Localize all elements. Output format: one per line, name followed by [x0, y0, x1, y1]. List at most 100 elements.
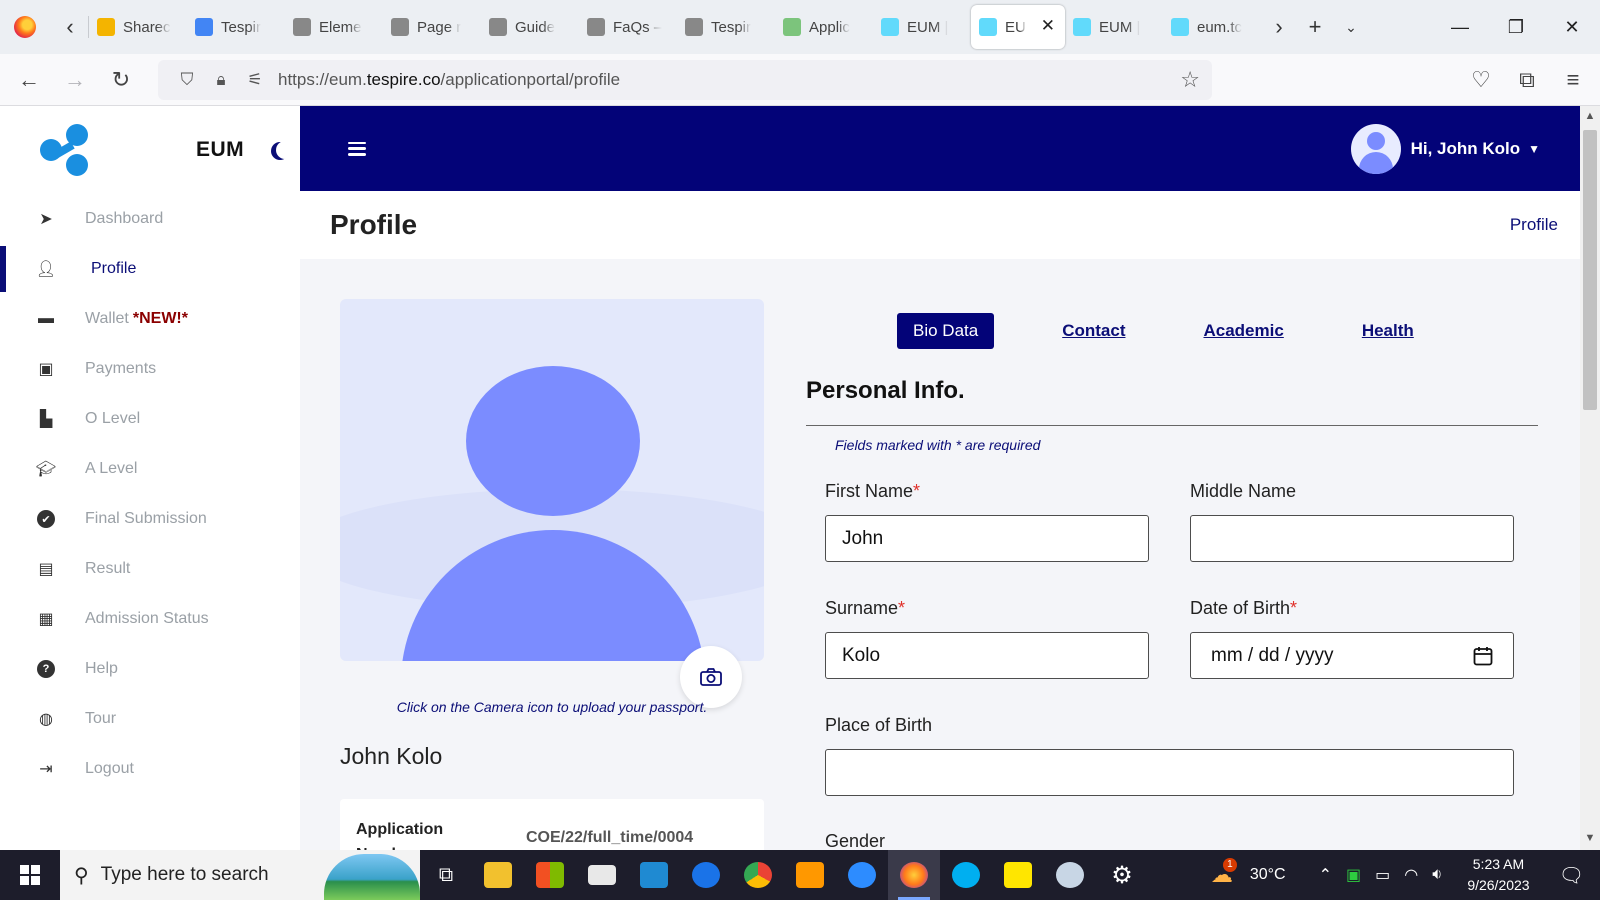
- sidebar-item-final-submission[interactable]: ✔ Final Submission: [0, 494, 300, 544]
- reload-icon[interactable]: ↻: [98, 60, 144, 100]
- weather-badge: 1: [1222, 858, 1237, 872]
- hamburger-menu-icon[interactable]: [348, 141, 366, 156]
- user-menu[interactable]: Hi, John Kolo ▼: [1350, 123, 1540, 174]
- browser-tab[interactable]: eum.tc: [1163, 5, 1261, 49]
- browser-tab[interactable]: Page r: [383, 5, 481, 49]
- list-all-tabs-icon[interactable]: ⌄: [1333, 9, 1369, 45]
- windows-start-icon[interactable]: [0, 850, 60, 900]
- browser-tab[interactable]: Applic: [775, 5, 873, 49]
- url-text[interactable]: https://eum.tespire.co/applicationportal…: [278, 70, 1180, 90]
- browser-tab[interactable]: Tespir: [187, 5, 285, 49]
- back-icon[interactable]: ←: [6, 60, 52, 100]
- sidebar-item-result[interactable]: ▤ Result: [0, 544, 300, 594]
- system-clock[interactable]: 5:23 AM 9/26/2023: [1467, 854, 1529, 896]
- tab-health[interactable]: Health: [1362, 321, 1414, 341]
- scrollbar-thumb[interactable]: [1583, 130, 1597, 410]
- tab-academic[interactable]: Academic: [1203, 321, 1283, 341]
- surname-input[interactable]: Kolo: [825, 632, 1149, 679]
- new-tab-icon[interactable]: +: [1297, 9, 1333, 45]
- browser-tab-label: Eleme: [319, 18, 362, 36]
- zoom-icon[interactable]: [836, 850, 888, 900]
- browser-tab[interactable]: EUM |: [1065, 5, 1163, 49]
- sidebar-item-admission-status[interactable]: ▦ Admission Status: [0, 594, 300, 644]
- tray-chevron-up-icon[interactable]: ⌃: [1319, 865, 1332, 885]
- browser-tab[interactable]: FaQs –: [579, 5, 677, 49]
- tab-scroll-left-icon[interactable]: ‹: [52, 9, 88, 45]
- vscode-icon[interactable]: [628, 850, 680, 900]
- address-bar[interactable]: ⛉ 🔒︎ ⚟ https://eum.tespire.co/applicatio…: [158, 59, 1212, 100]
- gender-field-partial: Gender: [825, 831, 1025, 850]
- weather-icon[interactable]: ☁ 1: [1211, 858, 1237, 888]
- chevron-down-icon[interactable]: ▼: [1528, 142, 1540, 156]
- firefox-taskbar-icon[interactable]: [888, 850, 940, 900]
- react-icon: [1073, 18, 1091, 36]
- sidebar-item-logout[interactable]: ⇥ Logout: [0, 744, 300, 794]
- close-window-icon[interactable]: ✕: [1544, 0, 1600, 54]
- menu-icon[interactable]: ≡: [1550, 60, 1596, 100]
- sidebar-item-payments[interactable]: ▣ Payments: [0, 344, 300, 394]
- logout-icon: ⇥: [39, 761, 53, 778]
- extensions-icon[interactable]: ⧉: [1504, 60, 1550, 100]
- task-view-icon[interactable]: ⧉: [420, 850, 472, 900]
- sublime-text-icon[interactable]: [784, 850, 836, 900]
- browser-tab[interactable]: Guide: [481, 5, 579, 49]
- battery-icon[interactable]: ▭: [1375, 865, 1390, 885]
- bookmark-star-icon[interactable]: ☆: [1180, 67, 1200, 93]
- tracking-shield-icon[interactable]: ⛉: [170, 70, 204, 90]
- avatar[interactable]: [1350, 123, 1401, 174]
- minimize-icon[interactable]: —: [1432, 0, 1488, 54]
- forward-icon[interactable]: →: [52, 60, 98, 100]
- firefox-icon[interactable]: [14, 16, 36, 38]
- scroll-up-icon[interactable]: ▲: [1580, 110, 1600, 122]
- sidebar-item-o-level[interactable]: ▙ O Level: [0, 394, 300, 444]
- scroll-down-icon[interactable]: ▼: [1580, 832, 1600, 844]
- app-tray-icon[interactable]: ▣: [1346, 865, 1361, 885]
- browser-tab[interactable]: EU ✕: [971, 5, 1065, 49]
- file-explorer-icon[interactable]: [472, 850, 524, 900]
- sidebar-item-a-level[interactable]: 🎓︎ A Level: [0, 444, 300, 494]
- toolbar-right: ♡ ⧉ ≡: [1458, 60, 1596, 100]
- sidebar-item-profile[interactable]: 👤︎ Profile: [0, 244, 300, 294]
- middle-name-input[interactable]: [1190, 515, 1514, 562]
- calendar-icon[interactable]: [1473, 646, 1493, 666]
- user-greeting[interactable]: Hi, John Kolo: [1411, 139, 1521, 159]
- tab-bio-data[interactable]: Bio Data: [897, 313, 995, 349]
- paint-icon[interactable]: [1044, 850, 1096, 900]
- tab-scroll-right-icon[interactable]: ›: [1261, 9, 1297, 45]
- sticky-notes-icon[interactable]: [992, 850, 1044, 900]
- close-tab-icon[interactable]: ✕: [1041, 16, 1055, 36]
- browser-tab[interactable]: Tespir: [677, 5, 775, 49]
- lock-icon[interactable]: 🔒︎: [204, 70, 238, 90]
- settings-gear-icon[interactable]: ⚙: [1096, 850, 1148, 900]
- microsoft-store-icon[interactable]: [524, 850, 576, 900]
- first-name-input[interactable]: John: [825, 515, 1149, 562]
- place-of-birth-input[interactable]: [825, 749, 1514, 796]
- sidebar-item-wallet[interactable]: ▬ Wallet *NEW!*: [0, 294, 300, 344]
- notification-icon[interactable]: 🗨︎: [1559, 863, 1584, 888]
- chrome-icon[interactable]: [732, 850, 784, 900]
- skype-icon[interactable]: [940, 850, 992, 900]
- sidebar-item-dashboard[interactable]: ➤ Dashboard: [0, 194, 300, 244]
- temperature[interactable]: 30°C: [1250, 866, 1286, 884]
- permissions-icon[interactable]: ⚟: [238, 70, 272, 90]
- pocket-icon[interactable]: ♡: [1458, 60, 1504, 100]
- profile-full-name: John Kolo: [340, 743, 443, 769]
- restore-icon[interactable]: ❐: [1488, 0, 1544, 54]
- date-of-birth-input[interactable]: mm / dd / yyyy: [1190, 632, 1514, 679]
- breadcrumb[interactable]: Profile: [1510, 215, 1558, 235]
- mail-icon[interactable]: [576, 850, 628, 900]
- browser-tab[interactable]: Eleme: [285, 5, 383, 49]
- browser-tab[interactable]: Sharec: [89, 5, 187, 49]
- page-scrollbar[interactable]: ▲ ▼: [1580, 106, 1600, 850]
- volume-icon[interactable]: 🔉︎: [1432, 866, 1442, 884]
- eum-logo-icon[interactable]: [40, 124, 92, 176]
- sidebar-item-help[interactable]: ? Help: [0, 644, 300, 694]
- wifi-icon[interactable]: ◠: [1404, 865, 1418, 885]
- maps-icon[interactable]: [680, 850, 732, 900]
- tab-contact[interactable]: Contact: [1062, 321, 1125, 341]
- browser-tab[interactable]: EUM |: [873, 5, 971, 49]
- dark-mode-moon-icon[interactable]: [276, 141, 294, 159]
- sidebar: EUM ➤ Dashboard 👤︎ Profile ▬ Wallet *NEW!* ▣ Pay…: [0, 106, 300, 850]
- taskbar-search[interactable]: ⚲ Type here to search: [60, 850, 420, 900]
- sidebar-item-tour[interactable]: ◍ Tour: [0, 694, 300, 744]
